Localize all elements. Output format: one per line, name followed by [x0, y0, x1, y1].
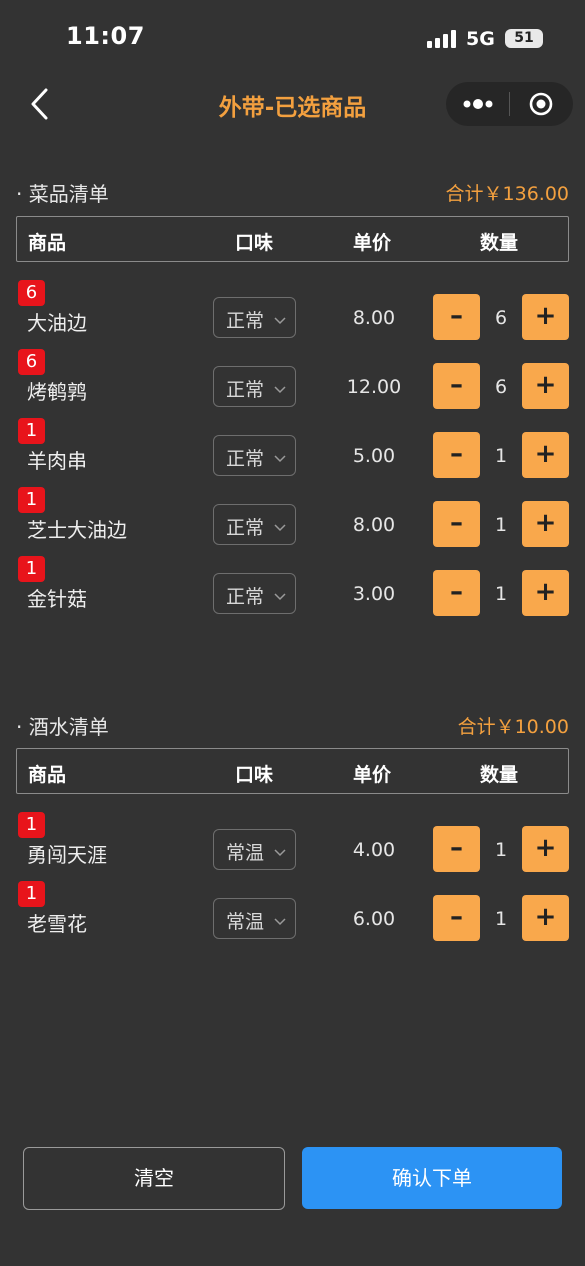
capsule-divider [509, 92, 510, 116]
item-name: 芝士大油边 [27, 518, 127, 542]
quantity-badge: 1 [18, 487, 45, 513]
flavor-value: 常温 [226, 842, 265, 864]
flavor-select[interactable]: 正常 [213, 297, 296, 338]
item-price: 4.00 [352, 839, 396, 861]
decrease-button[interactable]: – [433, 294, 480, 340]
dish-list-total: 合计￥136.00 [445, 183, 569, 205]
battery-icon: 51 [505, 29, 543, 48]
item-name: 勇闯天涯 [27, 843, 107, 867]
item-price: 3.00 [352, 583, 396, 605]
item-price: 6.00 [352, 908, 396, 930]
decrease-button[interactable]: – [433, 363, 480, 409]
quantity-badge: 1 [18, 418, 45, 444]
item-quantity: 1 [494, 839, 508, 861]
flavor-value: 正常 [226, 586, 265, 608]
item-name: 老雪花 [27, 912, 87, 936]
header-qty: 数量 [480, 764, 519, 786]
increase-button[interactable]: + [522, 895, 569, 941]
flavor-select[interactable]: 正常 [213, 435, 296, 476]
increase-button[interactable]: + [522, 363, 569, 409]
item-price: 8.00 [352, 514, 396, 536]
decrease-button[interactable]: – [433, 826, 480, 872]
increase-button[interactable]: + [522, 826, 569, 872]
drink-list-title: · 酒水清单 [16, 715, 109, 739]
header-item: 商品 [28, 232, 67, 254]
quantity-badge: 6 [18, 349, 45, 375]
quantity-badge: 1 [18, 881, 45, 907]
header-qty: 数量 [480, 232, 519, 254]
table-row: 6 大油边 正常 8.00–6 + [0, 280, 585, 351]
decrease-button[interactable]: – [433, 501, 480, 547]
increase-button[interactable]: + [522, 501, 569, 547]
drink-table-header: 商品 口味 单价 数量 [16, 748, 569, 794]
flavor-select[interactable]: 常温 [213, 829, 296, 870]
flavor-value: 正常 [226, 517, 265, 539]
close-target-icon[interactable] [529, 92, 553, 116]
flavor-select[interactable]: 正常 [213, 366, 296, 407]
flavor-value: 正常 [226, 448, 265, 470]
clear-button[interactable]: 清空 [23, 1147, 285, 1210]
increase-button[interactable]: + [522, 294, 569, 340]
decrease-button[interactable]: – [433, 432, 480, 478]
dish-table-header: 商品 口味 单价 数量 [16, 216, 569, 262]
decrease-button[interactable]: – [433, 570, 480, 616]
chevron-down-icon [274, 311, 286, 325]
header-item: 商品 [28, 764, 67, 786]
chevron-down-icon [274, 380, 286, 394]
item-quantity: 1 [494, 514, 508, 536]
quantity-badge: 6 [18, 280, 45, 306]
header-flavor: 口味 [235, 764, 274, 786]
flavor-select[interactable]: 正常 [213, 573, 296, 614]
item-price: 12.00 [346, 376, 402, 398]
header-flavor: 口味 [235, 232, 274, 254]
chevron-down-icon [274, 912, 286, 926]
item-name: 羊肉串 [27, 449, 87, 473]
network-type: 5G [466, 28, 495, 50]
item-price: 8.00 [352, 307, 396, 329]
flavor-value: 常温 [226, 911, 265, 933]
table-row: 6 烤鹌鹑 正常 12.00–6 + [0, 349, 585, 420]
item-name: 烤鹌鹑 [27, 380, 87, 404]
status-time: 11:07 [66, 22, 145, 50]
item-price: 5.00 [352, 445, 396, 467]
quantity-badge: 1 [18, 812, 45, 838]
item-quantity: 1 [494, 445, 508, 467]
flavor-value: 正常 [226, 310, 265, 332]
item-quantity: 6 [494, 376, 508, 398]
table-row: 1 勇闯天涯 常温 4.00–1 + [0, 812, 585, 883]
flavor-value: 正常 [226, 379, 265, 401]
decrease-button[interactable]: – [433, 895, 480, 941]
chevron-down-icon [274, 518, 286, 532]
item-name: 大油边 [27, 311, 87, 335]
mini-program-capsule [446, 82, 573, 126]
chevron-down-icon [274, 587, 286, 601]
increase-button[interactable]: + [522, 432, 569, 478]
signal-icon [427, 30, 459, 48]
table-row: 1 羊肉串 正常 5.00–1 + [0, 418, 585, 489]
table-row: 1 老雪花 常温 6.00–1 + [0, 881, 585, 952]
more-dots-icon[interactable] [462, 96, 494, 112]
drink-list-total: 合计￥10.00 [457, 716, 569, 738]
item-quantity: 1 [494, 908, 508, 930]
header-price: 单价 [353, 764, 392, 786]
header-price: 单价 [353, 232, 392, 254]
table-row: 1 芝士大油边 正常 8.00–1 + [0, 487, 585, 558]
quantity-badge: 1 [18, 556, 45, 582]
chevron-down-icon [274, 449, 286, 463]
item-quantity: 6 [494, 307, 508, 329]
flavor-select[interactable]: 正常 [213, 504, 296, 545]
increase-button[interactable]: + [522, 570, 569, 616]
dish-list-title: · 菜品清单 [16, 182, 109, 206]
item-name: 金针菇 [27, 587, 87, 611]
table-row: 1 金针菇 正常 3.00–1 + [0, 556, 585, 627]
chevron-down-icon [274, 843, 286, 857]
item-quantity: 1 [494, 583, 508, 605]
confirm-order-button[interactable]: 确认下单 [302, 1147, 562, 1209]
flavor-select[interactable]: 常温 [213, 898, 296, 939]
